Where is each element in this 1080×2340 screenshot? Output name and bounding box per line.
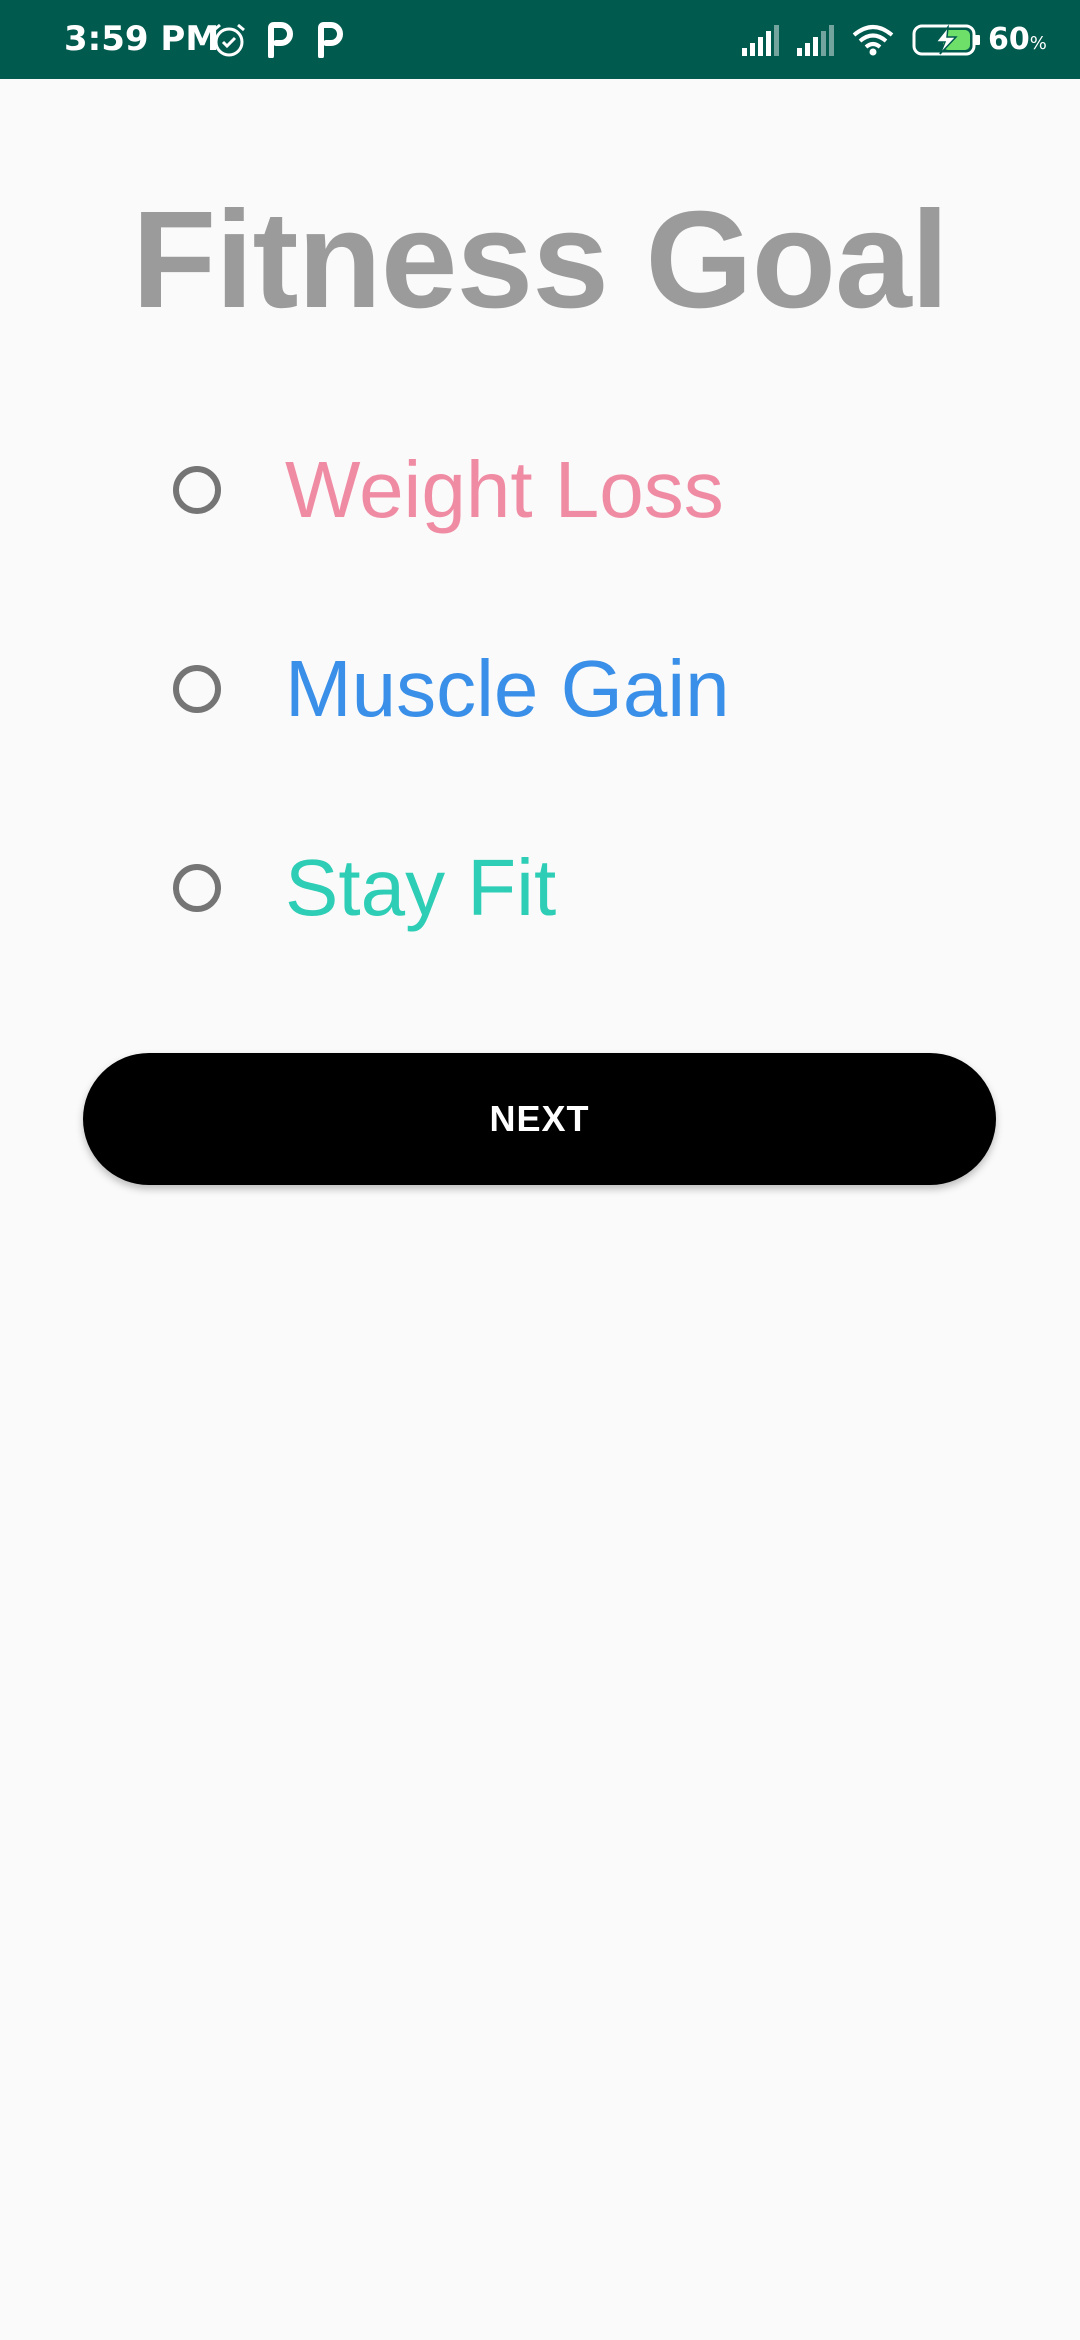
parking-icon bbox=[264, 0, 294, 79]
option-label-muscle-gain: Muscle Gain bbox=[285, 644, 730, 733]
page-title: Fitness Goal bbox=[131, 183, 949, 337]
signal-icon bbox=[797, 0, 837, 79]
battery-charging-icon bbox=[912, 0, 982, 79]
option-label-stay-fit: Stay Fit bbox=[285, 843, 557, 932]
option-weight-loss[interactable]: Weight Loss bbox=[168, 435, 928, 545]
signal-icon bbox=[742, 0, 782, 79]
battery-percent-unit: % bbox=[1029, 33, 1047, 54]
option-stay-fit[interactable]: Stay Fit bbox=[168, 833, 928, 943]
status-time: 3:59 PM bbox=[64, 19, 220, 59]
radio-button-stay-fit[interactable] bbox=[173, 864, 221, 912]
option-label-weight-loss: Weight Loss bbox=[285, 445, 724, 534]
wifi-icon bbox=[852, 0, 894, 79]
alarm-icon bbox=[210, 0, 248, 79]
option-muscle-gain[interactable]: Muscle Gain bbox=[168, 634, 928, 744]
radio-button-muscle-gain[interactable] bbox=[173, 665, 221, 713]
battery-percent-value: 60 bbox=[988, 22, 1030, 57]
status-bar: 3:59 PM 60% bbox=[0, 0, 1080, 79]
parking-icon bbox=[314, 0, 344, 79]
next-button[interactable]: NEXT bbox=[83, 1053, 996, 1185]
radio-button-weight-loss[interactable] bbox=[173, 466, 221, 514]
next-button-label: NEXT bbox=[489, 1098, 590, 1139]
battery-percent: 60% bbox=[988, 0, 1047, 79]
